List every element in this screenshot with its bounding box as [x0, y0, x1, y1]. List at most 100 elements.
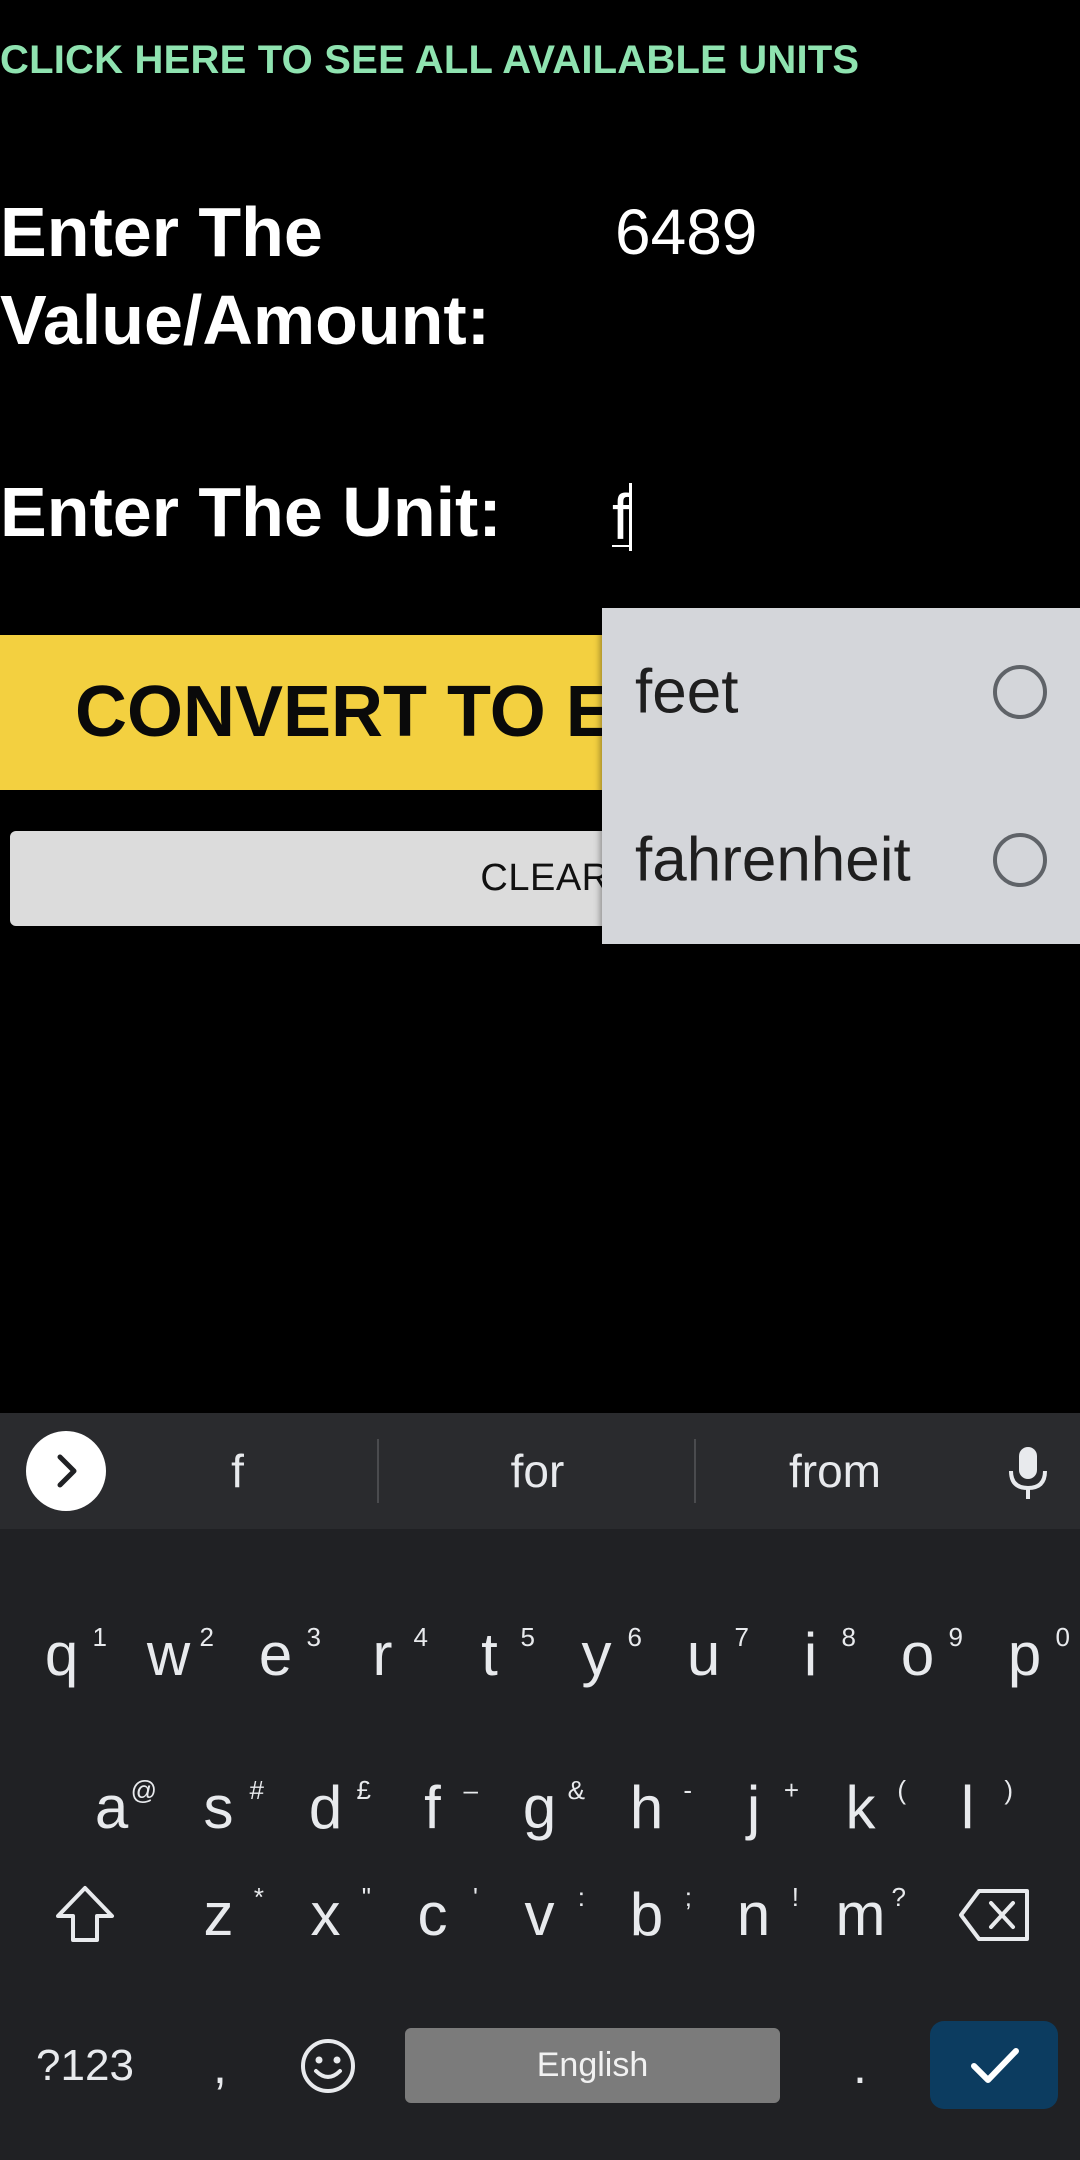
key-hint: )	[1004, 1775, 1013, 1805]
key-hint: +	[783, 1775, 799, 1805]
key-letter: f	[424, 1774, 441, 1841]
suggestion-3[interactable]: from	[710, 1413, 960, 1529]
key-letter: z	[203, 1881, 234, 1948]
dropdown-option-feet[interactable]: feet	[602, 608, 1080, 776]
key-letter: n	[736, 1881, 771, 1948]
key-letter: h	[629, 1774, 664, 1841]
soft-keyboard: f for from q1w2e3r4t5y6u7i8o9p0 a @ s # d £ f –…	[0, 1413, 1080, 2160]
key-hint: 5	[520, 1622, 535, 1652]
key-u[interactable]: u7	[650, 1605, 757, 1705]
option-label: fahrenheit	[635, 825, 911, 895]
radio-button-icon[interactable]	[993, 833, 1047, 887]
value-input[interactable]	[615, 192, 1055, 272]
key-letter: x	[310, 1881, 341, 1948]
key-hint: *	[253, 1882, 264, 1912]
key-letter: y	[581, 1621, 612, 1688]
key-hint: ?	[891, 1882, 906, 1912]
key-hint: 3	[306, 1622, 321, 1652]
key-hint: ;	[684, 1882, 692, 1912]
key-hint: !	[791, 1882, 799, 1912]
suggestion-1[interactable]: f	[130, 1413, 345, 1529]
key-hint: 4	[413, 1622, 428, 1652]
period-key[interactable]: .	[825, 2021, 895, 2111]
key-l[interactable]: l)	[914, 1758, 1021, 1858]
divider	[694, 1439, 696, 1503]
key-h[interactable]: h-	[593, 1758, 700, 1858]
option-label: feet	[635, 657, 739, 727]
key-letter: q	[44, 1621, 79, 1688]
key-i[interactable]: i8	[757, 1605, 864, 1705]
key-y[interactable]: y6	[543, 1605, 650, 1705]
emoji-icon	[300, 2039, 355, 2093]
key-s[interactable]: s #	[165, 1758, 272, 1858]
key-hint: 2	[199, 1622, 214, 1652]
key-hint: –	[463, 1775, 478, 1805]
symbols-key[interactable]: ?123	[20, 2021, 150, 2111]
key-letter: g	[522, 1774, 557, 1841]
emoji-key[interactable]	[290, 2021, 365, 2111]
key-q[interactable]: q1	[8, 1605, 115, 1705]
shift-key[interactable]	[40, 1865, 130, 1965]
key-letter: w	[146, 1621, 191, 1688]
key-letter: l	[960, 1774, 975, 1841]
key-k[interactable]: k(	[807, 1758, 914, 1858]
key-letter: c	[417, 1881, 448, 1948]
key-w[interactable]: w2	[115, 1605, 222, 1705]
value-label: Enter The Value/Amount:	[0, 193, 491, 359]
key-r[interactable]: r4	[329, 1605, 436, 1705]
key-j[interactable]: j +	[700, 1758, 807, 1858]
expand-suggestions-icon[interactable]	[26, 1431, 106, 1511]
key-f[interactable]: f –	[379, 1758, 486, 1858]
key-b[interactable]: b;	[593, 1865, 700, 1965]
radio-button-icon[interactable]	[993, 665, 1047, 719]
unit-input[interactable]: f	[612, 480, 1052, 560]
key-o[interactable]: o9	[864, 1605, 971, 1705]
key-hint: "	[361, 1882, 371, 1912]
shift-icon	[56, 1886, 114, 1942]
backspace-key[interactable]	[950, 1865, 1040, 1965]
key-letter: s	[203, 1774, 234, 1841]
key-g[interactable]: g &	[486, 1758, 593, 1858]
key-p[interactable]: p0	[971, 1605, 1078, 1705]
key-letter: b	[629, 1881, 664, 1948]
key-hint: 1	[92, 1622, 107, 1652]
key-letter: j	[746, 1774, 761, 1841]
key-d[interactable]: d £	[272, 1758, 379, 1858]
key-m[interactable]: m?	[807, 1865, 914, 1965]
key-a[interactable]: a @	[58, 1758, 165, 1858]
key-hint: 6	[627, 1622, 642, 1652]
key-hint: @	[130, 1775, 157, 1805]
key-c[interactable]: c '	[379, 1865, 486, 1965]
comma-key[interactable]: ,	[185, 2021, 255, 2111]
dropdown-option-fahrenheit[interactable]: fahrenheit	[602, 776, 1080, 944]
key-n[interactable]: n!	[700, 1865, 807, 1965]
key-hint: £	[356, 1775, 371, 1805]
key-letter: o	[900, 1621, 935, 1688]
see-all-units-link[interactable]: CLICK HERE TO SEE ALL AVAILABLE UNITS	[0, 38, 859, 83]
space-key[interactable]: English	[405, 2028, 780, 2103]
key-e[interactable]: e3	[222, 1605, 329, 1705]
key-z[interactable]: z *	[165, 1865, 272, 1965]
suggestion-strip: f for from	[0, 1413, 1080, 1529]
key-hint: 8	[841, 1622, 856, 1652]
enter-key[interactable]	[930, 2021, 1058, 2109]
key-t[interactable]: t5	[436, 1605, 543, 1705]
key-letter: v	[524, 1881, 555, 1948]
key-letter: a	[94, 1774, 129, 1841]
unit-label: Enter The Unit:	[0, 473, 502, 551]
checkmark-icon	[971, 2048, 1019, 2083]
key-hint: &	[567, 1775, 585, 1805]
key-letter: i	[803, 1621, 818, 1688]
key-letter: k	[845, 1774, 876, 1841]
key-v[interactable]: v:	[486, 1865, 593, 1965]
key-hint: 0	[1055, 1622, 1070, 1652]
key-x[interactable]: x "	[272, 1865, 379, 1965]
key-letter: u	[686, 1621, 721, 1688]
suggestion-2[interactable]: for	[400, 1413, 675, 1529]
key-hint: :	[577, 1882, 585, 1912]
key-letter: t	[481, 1621, 498, 1688]
key-letter: p	[1007, 1621, 1042, 1688]
key-letter: d	[308, 1774, 343, 1841]
key-letter: m	[835, 1881, 886, 1948]
mic-icon[interactable]	[1004, 1445, 1052, 1501]
